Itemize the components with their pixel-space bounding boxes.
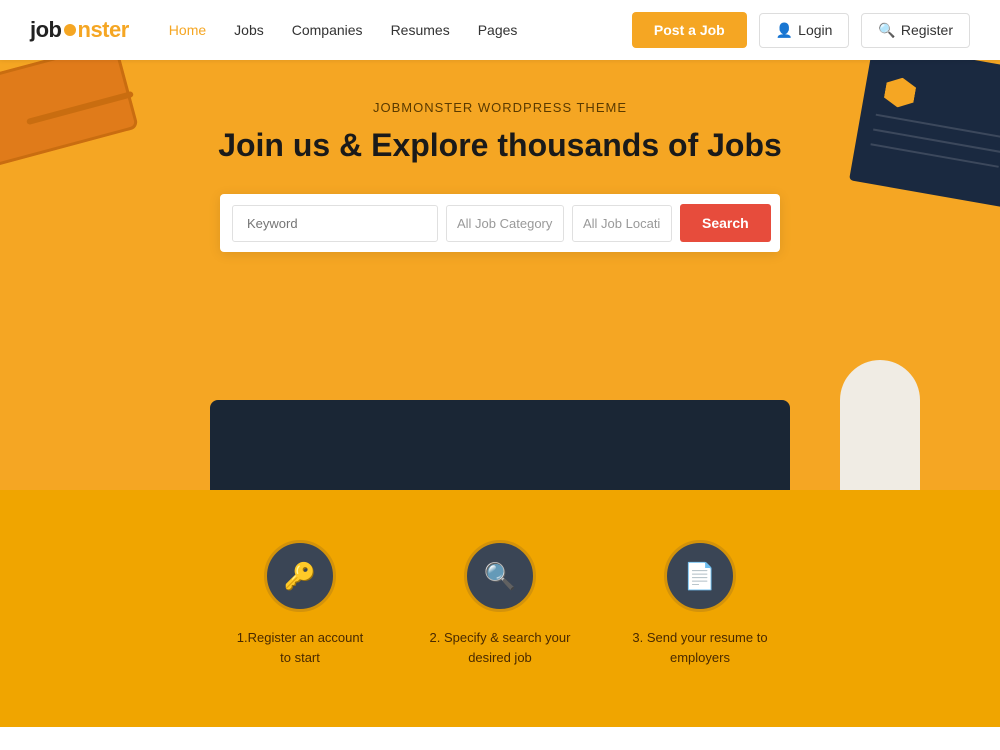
nav-companies[interactable]: Companies [292,22,363,38]
deco-wallet [0,60,170,170]
deco-book [830,60,1000,215]
hero-section: JobMonster WordPress Theme Join us & Exp… [0,60,1000,490]
book-inner [849,60,1000,208]
hero-title: Join us & Explore thousands of Jobs [218,127,782,164]
search-bar: All Job Category All Job Locati Search [220,194,780,252]
post-job-button[interactable]: Post a Job [632,12,747,48]
search-button[interactable]: Search [680,204,771,242]
deco-arch [840,360,920,490]
nav-right: Post a Job 👤 Login 🔍 Register [632,12,970,48]
nav-links: Home Jobs Companies Resumes Pages [169,22,632,38]
step-icon-wrap-3: 📄 [664,540,736,612]
nav-home[interactable]: Home [169,22,206,38]
step-item-2: 🔍 2. Specify & search yourdesired job [400,540,600,667]
wallet-shape [0,60,139,169]
navbar: job nster Home Jobs Companies Resumes Pag… [0,0,1000,60]
logo-monster: nster [78,17,129,42]
steps-section: 🔑 1.Register an accountto start 🔍 2. Spe… [0,490,1000,727]
step-icon-wrap-2: 🔍 [464,540,536,612]
login-button[interactable]: 👤 Login [759,13,850,48]
step-label-1: 1.Register an accountto start [237,628,363,667]
book-line-1 [876,114,1000,139]
logo[interactable]: job nster [30,17,129,43]
keyword-input[interactable] [232,205,438,242]
logo-job: job [30,17,62,42]
step-item-3: 📄 3. Send your resume toemployers [600,540,800,667]
logo-dot [64,24,76,36]
search-person-icon: 🔍 [878,22,895,39]
step-icon-wrap-1: 🔑 [264,540,336,612]
document-icon: 📄 [684,561,716,592]
step-label-2: 2. Specify & search yourdesired job [430,628,571,667]
nav-resumes[interactable]: Resumes [391,22,450,38]
step-label-3: 3. Send your resume toemployers [632,628,767,667]
nav-pages[interactable]: Pages [478,22,518,38]
step-item-1: 🔑 1.Register an accountto start [200,540,400,667]
person-icon: 👤 [776,22,793,39]
register-label: Register [901,22,953,38]
book-hex [883,75,918,110]
hero-subtitle: JobMonster WordPress Theme [373,100,627,115]
login-label: Login [798,22,832,38]
steps-row: 🔑 1.Register an accountto start 🔍 2. Spe… [200,540,800,667]
key-icon: 🔑 [284,561,316,592]
category-select[interactable]: All Job Category [446,205,564,242]
register-button[interactable]: 🔍 Register [861,13,970,48]
location-select[interactable]: All Job Locati [572,205,672,242]
search-icon: 🔍 [484,561,516,592]
nav-jobs[interactable]: Jobs [234,22,264,38]
hero-dark-bar [210,400,790,490]
